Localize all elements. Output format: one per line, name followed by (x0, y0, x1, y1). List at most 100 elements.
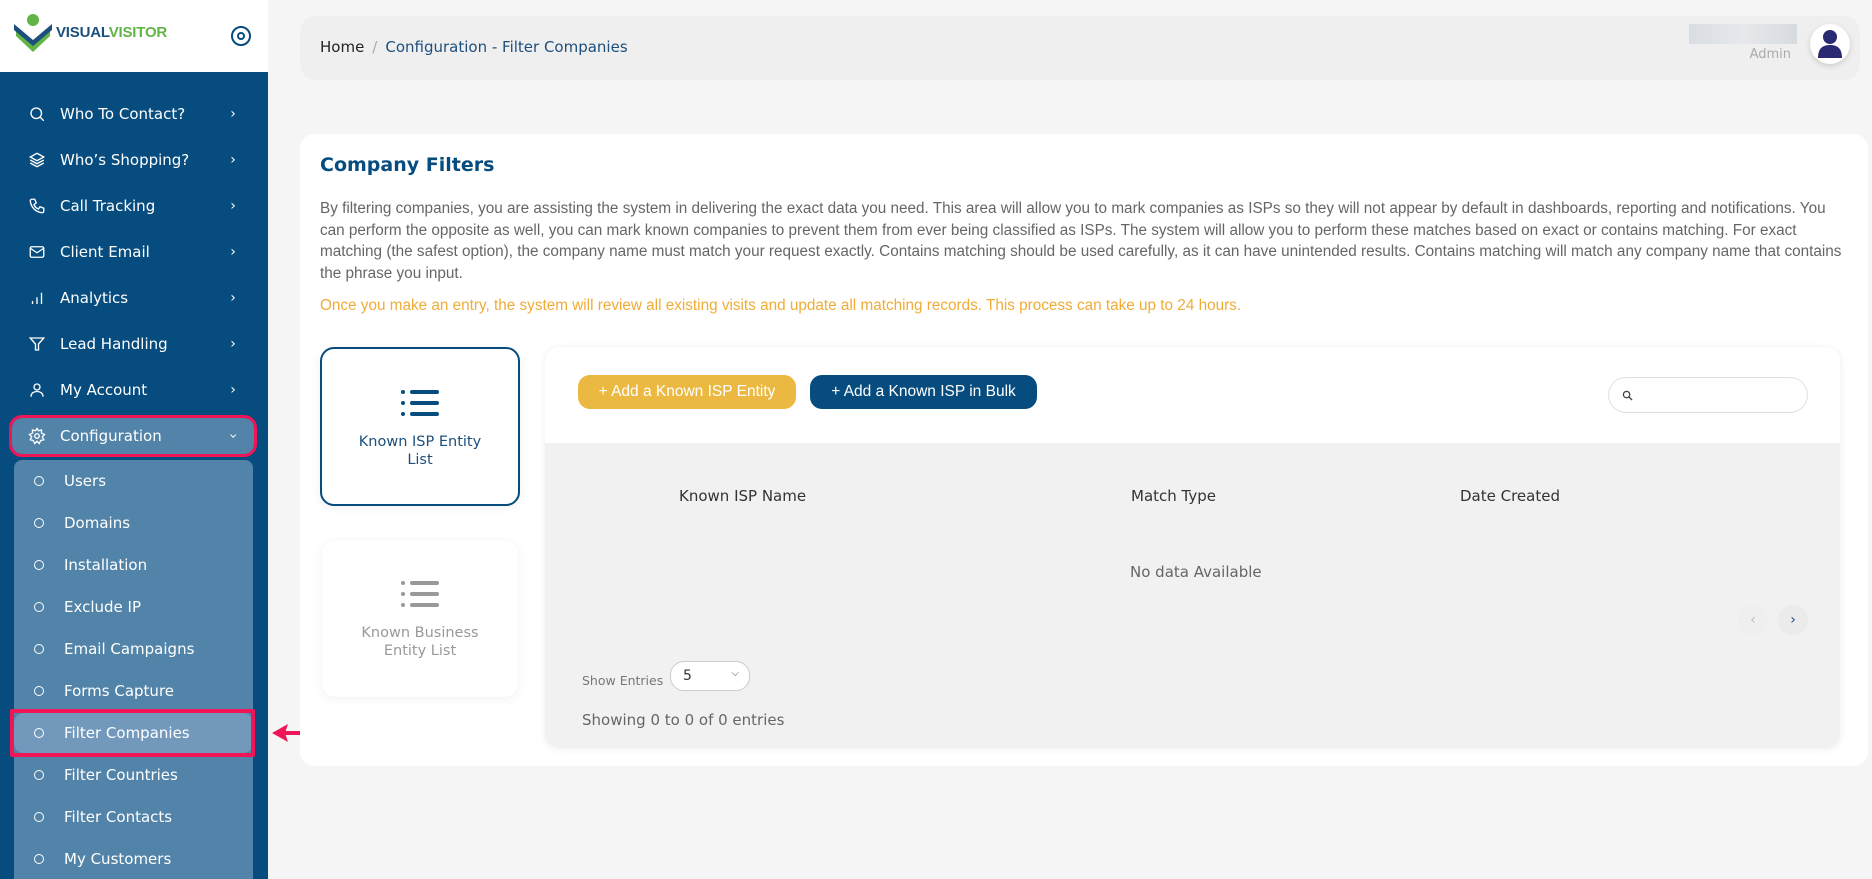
sidebar-item-label: Call Tracking (60, 197, 156, 215)
company-filters-card: Company Filters By filtering companies, … (300, 134, 1868, 766)
avatar[interactable] (1810, 24, 1850, 64)
submenu-item-label: Exclude IP (64, 598, 141, 616)
submenu-item-label: Forms Capture (64, 682, 175, 700)
user-name-redacted (1689, 24, 1797, 44)
chevron-right-icon: › (1790, 612, 1796, 628)
submenu-item-label: Email Campaigns (64, 640, 195, 658)
mail-icon (26, 241, 48, 263)
add-known-isp-bulk-button[interactable]: + Add a Known ISP in Bulk (810, 375, 1037, 409)
chevron-down-icon: ⌵ (731, 668, 739, 679)
search-input[interactable] (1639, 382, 1799, 408)
brand-name: VISUALVISITOR (56, 23, 168, 41)
submenu-item-label: Filter Contacts (64, 808, 173, 826)
submenu-item-label: Installation (64, 556, 148, 574)
submenu-item-label: Filter Countries (64, 766, 178, 784)
breadcrumb-separator: / (372, 38, 378, 56)
submenu-item-installation[interactable]: Installation (14, 545, 253, 585)
submenu-item-exclude-ip[interactable]: Exclude IP (14, 587, 253, 627)
circle-icon (34, 728, 44, 738)
column-header-match-type[interactable]: Match Type (1131, 487, 1216, 505)
gear-icon (26, 425, 48, 447)
tab-label: Known ISP Entity List (358, 434, 482, 468)
bar-chart-icon (26, 287, 48, 309)
search-field[interactable] (1608, 377, 1808, 413)
chevron-right-icon: › (230, 290, 236, 306)
empty-state-text: No data Available (1130, 563, 1262, 581)
sidebar-toggle-icon[interactable] (231, 26, 251, 46)
page-title: Company Filters (320, 154, 495, 176)
breadcrumb-home[interactable]: Home (320, 38, 364, 56)
description-text: By filtering companies, you are assistin… (320, 200, 1842, 282)
circle-icon (34, 560, 44, 570)
submenu-item-label: Users (64, 472, 107, 490)
user-icon (26, 379, 48, 401)
sidebar: VISUALVISITOR Who To Contact? › Who’s Sh… (0, 0, 268, 879)
show-entries-label: Show Entries (582, 673, 664, 688)
sidebar-item-label: My Account (60, 381, 148, 399)
sidebar-item-client-email[interactable]: Client Email › (12, 234, 254, 270)
submenu-item-filter-contacts[interactable]: Filter Contacts (14, 797, 253, 837)
filter-icon (26, 333, 48, 355)
column-header-isp-name[interactable]: Known ISP Name (679, 487, 806, 505)
circle-icon (34, 770, 44, 780)
chevron-right-icon: › (230, 382, 236, 398)
table-toolbar: + Add a Known ISP Entity + Add a Known I… (545, 347, 1840, 443)
chevron-right-icon: › (230, 336, 236, 352)
submenu-item-label: Domains (64, 514, 131, 532)
chevron-right-icon: › (230, 198, 236, 214)
showing-entries-text: Showing 0 to 0 of 0 entries (582, 711, 785, 729)
sidebar-item-label: Configuration (60, 427, 162, 445)
circle-icon (34, 602, 44, 612)
submenu-item-forms-capture[interactable]: Forms Capture (14, 671, 253, 711)
circle-icon (34, 518, 44, 528)
chevron-right-icon: › (230, 106, 236, 122)
sidebar-item-whos-shopping[interactable]: Who’s Shopping? › (12, 142, 254, 178)
sidebar-item-label: Lead Handling (60, 335, 168, 353)
submenu-item-users[interactable]: Users (14, 461, 253, 501)
breadcrumb-current: Configuration - Filter Companies (385, 38, 628, 56)
submenu-item-filter-countries[interactable]: Filter Countries (14, 755, 253, 795)
sidebar-item-lead-handling[interactable]: Lead Handling › (12, 326, 254, 362)
list-icon (401, 581, 439, 607)
tab-known-business-entity-list[interactable]: Known Business Entity List (322, 540, 518, 697)
chevron-left-icon: ‹ (1750, 612, 1756, 628)
chevron-right-icon: › (230, 152, 236, 168)
circle-icon (34, 854, 44, 864)
breadcrumb: Home / Configuration - Filter Companies (320, 38, 628, 56)
submenu-item-label: My Customers (64, 850, 172, 868)
submenu-item-email-campaigns[interactable]: Email Campaigns (14, 629, 253, 669)
circle-icon (34, 644, 44, 654)
entries-per-page-select[interactable]: 5 ⌵ (670, 661, 750, 691)
column-header-date-created[interactable]: Date Created (1460, 487, 1560, 505)
user-role: Admin (1749, 47, 1791, 62)
pagination-next-button[interactable]: › (1778, 605, 1808, 635)
layers-icon (26, 149, 48, 171)
circle-icon (34, 686, 44, 696)
list-icon (401, 390, 439, 416)
tab-label: Known Business Entity List (361, 625, 479, 659)
sidebar-item-label: Client Email (60, 243, 150, 261)
sidebar-item-call-tracking[interactable]: Call Tracking › (12, 188, 254, 224)
sidebar-item-configuration[interactable]: Configuration › (9, 415, 257, 457)
sidebar-item-label: Analytics (60, 289, 129, 307)
sidebar-item-label: Who To Contact? (60, 105, 186, 123)
add-known-isp-entity-button[interactable]: + Add a Known ISP Entity (578, 375, 796, 409)
user-avatar-icon (1818, 30, 1842, 58)
phone-icon (26, 195, 48, 217)
pagination-prev-button[interactable]: ‹ (1738, 605, 1768, 635)
sidebar-item-my-account[interactable]: My Account › (12, 372, 254, 408)
circle-icon (34, 476, 44, 486)
sidebar-item-analytics[interactable]: Analytics › (12, 280, 254, 316)
submenu-item-label: Filter Companies (64, 724, 190, 742)
chevron-down-icon: › (225, 433, 241, 439)
processing-note: Once you make an entry, the system will … (320, 297, 1242, 314)
logo-area: VISUALVISITOR (0, 0, 268, 72)
submenu-item-domains[interactable]: Domains (14, 503, 253, 543)
logo-mark-icon (14, 14, 52, 52)
submenu-item-filter-companies[interactable]: Filter Companies (14, 713, 253, 753)
sidebar-item-who-to-contact[interactable]: Who To Contact? › (12, 96, 254, 132)
brand-logo[interactable]: VISUALVISITOR (12, 12, 167, 52)
submenu-item-my-customers[interactable]: My Customers (14, 839, 253, 879)
tab-known-isp-entity-list[interactable]: Known ISP Entity List (320, 347, 520, 506)
sidebar-item-label: Who’s Shopping? (60, 151, 190, 169)
